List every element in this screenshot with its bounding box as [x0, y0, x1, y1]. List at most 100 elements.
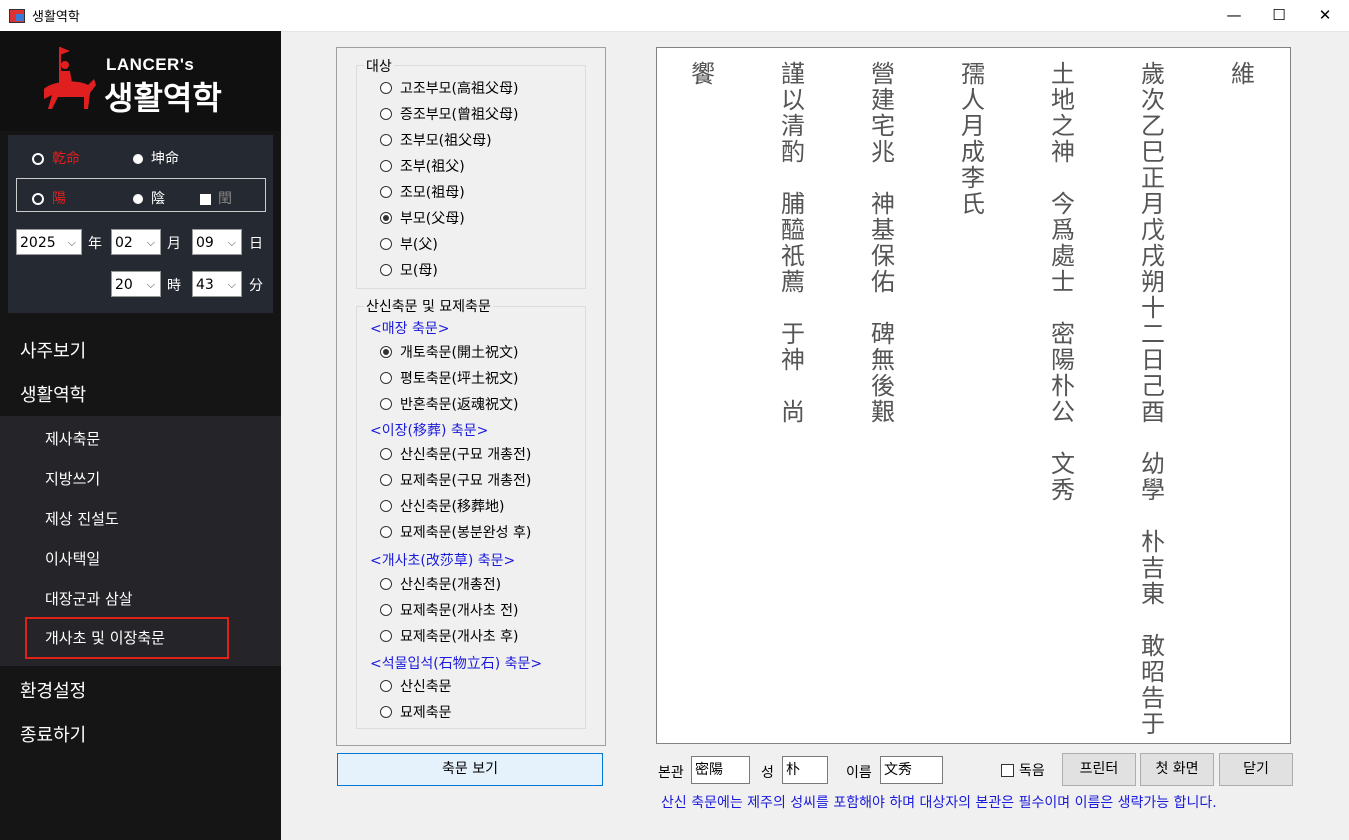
- yang-radio[interactable]: 陽: [32, 188, 66, 208]
- document-char: 無: [871, 346, 895, 374]
- prayer-option[interactable]: 평토축문(坪土祝文): [380, 368, 518, 388]
- home-button[interactable]: 첫 화면: [1140, 753, 1214, 786]
- prayer-option[interactable]: 반혼축문(返魂祝文): [380, 394, 518, 414]
- radio-dot-icon: [133, 154, 143, 164]
- target-option[interactable]: 증조부모(曾祖父母): [380, 104, 518, 124]
- document-char: 己: [1141, 372, 1165, 400]
- document-column: 饗: [686, 61, 720, 87]
- logo-main-text: 생활역학: [104, 79, 222, 117]
- document-char: 于: [1141, 710, 1165, 738]
- document-char: 碑: [871, 320, 895, 348]
- surname-input[interactable]: 朴: [782, 756, 828, 784]
- document-char: 建: [871, 86, 895, 114]
- document-char: [1046, 295, 1080, 321]
- document-char: 朔: [1141, 268, 1165, 296]
- prayer-option-selected[interactable]: 개토축문(開土祝文): [380, 342, 518, 362]
- document-char: 秀: [1051, 476, 1075, 504]
- document-char: 艱: [871, 398, 895, 426]
- document-char: 學: [1141, 476, 1165, 504]
- document-char: [776, 165, 810, 191]
- submenu-item[interactable]: 제사축문: [45, 428, 100, 449]
- bongwan-input[interactable]: 密陽: [691, 756, 750, 784]
- year-unit: 年: [88, 236, 102, 252]
- month-select[interactable]: 02 ⌵: [111, 229, 161, 255]
- day-select[interactable]: 09 ⌵: [192, 229, 242, 255]
- year-select[interactable]: 2025 ⌵: [16, 229, 82, 255]
- document-char: 謹: [781, 60, 805, 88]
- prayer-option[interactable]: 산신축문(移葬地): [380, 496, 504, 516]
- day-unit: 日: [249, 236, 263, 252]
- prayer-option[interactable]: 산신축문: [380, 676, 452, 696]
- hour-select[interactable]: 20 ⌵: [111, 271, 161, 297]
- document-char: 于: [781, 320, 805, 348]
- menu-saju[interactable]: 사주보기: [20, 337, 86, 363]
- stone-header: <석물입석(石物立石) 축문>: [370, 656, 543, 672]
- document-char: 朴: [1051, 372, 1075, 400]
- target-option[interactable]: 고조부모(高祖父母): [380, 78, 518, 98]
- female-radio[interactable]: 坤命: [133, 148, 179, 168]
- yin-radio[interactable]: 陰: [133, 188, 165, 208]
- prayer-option[interactable]: 묘제축문(봉분완성 후): [380, 522, 531, 542]
- document-char: [776, 295, 810, 321]
- target-option[interactable]: 조부모(祖父母): [380, 130, 492, 150]
- prayer-option[interactable]: 묘제축문(개사초 전): [380, 600, 518, 620]
- target-groupbox: [356, 65, 586, 289]
- document-char: 陽: [1051, 346, 1075, 374]
- document-char: 東: [1141, 580, 1165, 608]
- info-note: 산신 축문에는 제주의 성씨를 포함해야 하며 대상자의 본관은 필수이며 이름…: [661, 795, 1217, 811]
- document-char: 朴: [1141, 528, 1165, 556]
- window-title: 생활역학: [32, 10, 80, 25]
- prayer-option[interactable]: 묘제축문(개사초 후): [380, 626, 518, 646]
- document-char: 以: [781, 86, 805, 114]
- minute-select[interactable]: 43 ⌵: [192, 271, 242, 297]
- view-prayer-button[interactable]: 축문 보기: [337, 753, 603, 786]
- menu-life[interactable]: 생활역학: [20, 381, 86, 407]
- prayer-option[interactable]: 묘제축문(구묘 개총전): [380, 470, 531, 490]
- male-radio[interactable]: 乾命: [32, 148, 80, 168]
- document-char: 氏: [961, 190, 985, 218]
- minimize-button[interactable]: —: [1211, 0, 1257, 31]
- target-option-selected[interactable]: 부모(父母): [380, 208, 465, 228]
- leap-checkbox[interactable]: 閏: [200, 188, 232, 208]
- name-input[interactable]: 文秀: [880, 756, 943, 784]
- maximize-button[interactable]: ☐: [1256, 0, 1302, 31]
- target-option[interactable]: 조모(祖母): [380, 182, 465, 202]
- prayer-option[interactable]: 묘제축문: [380, 702, 452, 722]
- logo: LANCER's 생활역학: [0, 31, 281, 131]
- document-column: 謹以清酌 脯醯祇薦 于神 尚: [776, 61, 810, 425]
- document-char: 李: [961, 164, 985, 192]
- document-char: 保: [871, 242, 895, 270]
- document-char: 神: [871, 190, 895, 218]
- app-icon: [9, 9, 25, 23]
- submenu-item[interactable]: 이사택일: [45, 548, 100, 569]
- target-option[interactable]: 부(父): [380, 234, 438, 254]
- radio-dot-icon: [133, 194, 143, 204]
- target-option[interactable]: 모(母): [380, 260, 438, 280]
- print-button[interactable]: 프린터: [1062, 753, 1136, 786]
- document-char: 戊: [1141, 216, 1165, 244]
- document-column: 歲次乙巳正月戊戌朔十二日己酉 幼學 朴吉東 敢昭告于: [1136, 61, 1170, 737]
- prayer-option[interactable]: 산신축문(구묘 개총전): [380, 444, 531, 464]
- document-char: 十: [1141, 294, 1165, 322]
- target-option[interactable]: 조부(祖父): [380, 156, 465, 176]
- submenu-item[interactable]: 대장군과 삼살: [45, 588, 133, 609]
- radio-empty-icon: [32, 193, 44, 205]
- close-button[interactable]: 닫기: [1219, 753, 1293, 786]
- document-char: 神: [781, 346, 805, 374]
- menu-settings[interactable]: 환경설정: [20, 677, 86, 703]
- menu-exit[interactable]: 종료하기: [20, 721, 86, 747]
- close-window-button[interactable]: ✕: [1302, 0, 1348, 31]
- document-char: [1046, 425, 1080, 451]
- prayer-option[interactable]: 산신축문(개총전): [380, 574, 501, 594]
- document-char: 維: [1231, 60, 1255, 88]
- sod-header: <개사초(改莎草) 축문>: [370, 553, 516, 569]
- document-char: 之: [1051, 112, 1075, 140]
- submenu-item-selected[interactable]: 개사초 및 이장축문: [45, 627, 165, 648]
- submenu-item[interactable]: 지방쓰기: [45, 468, 100, 489]
- solo-checkbox[interactable]: 독음: [1001, 760, 1045, 780]
- prayer-document: 維 歲次乙巳正月戊戌朔十二日己酉 幼學 朴吉東 敢昭告于 土地之神 今爲處士 密…: [656, 47, 1291, 744]
- options-panel: 대상 고조부모(高祖父母) 증조부모(曾祖父母) 조부모(祖父母) 조부(祖父)…: [336, 47, 606, 746]
- minute-unit: 分: [249, 278, 263, 294]
- document-char: 基: [871, 216, 895, 244]
- submenu-item[interactable]: 제상 진설도: [45, 508, 119, 529]
